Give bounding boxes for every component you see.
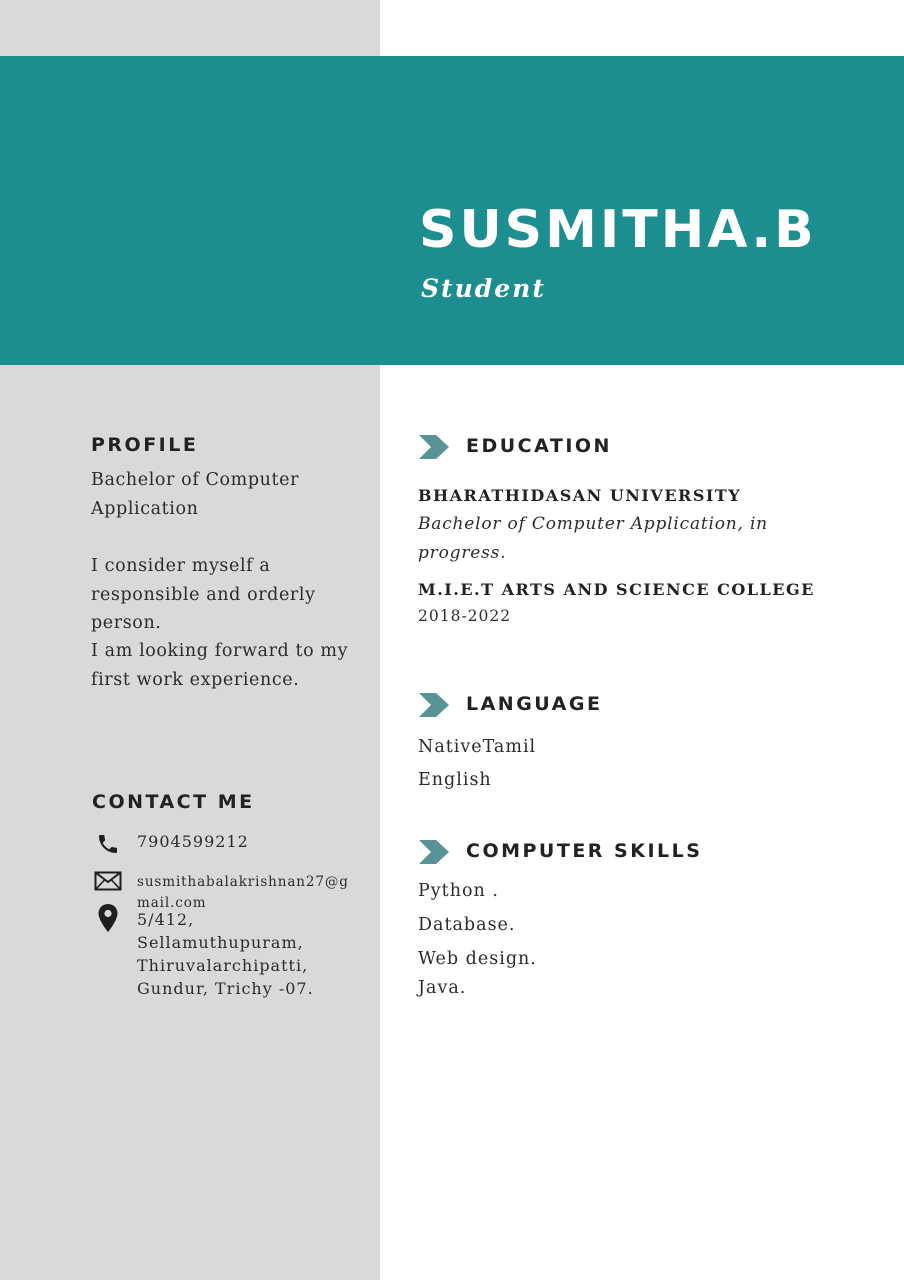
contact-heading: CONTACT ME <box>92 791 255 813</box>
phone-icon <box>94 830 122 858</box>
language-heading: LANGUAGE <box>466 693 603 715</box>
skill-item: Web design. <box>418 949 537 969</box>
skill-item: Java. <box>418 978 467 998</box>
candidate-name: SUSMITHA.B <box>419 200 817 260</box>
language-item: English <box>418 770 492 790</box>
chevron-right-icon <box>419 693 449 717</box>
school-name: M.I.E.T ARTS AND SCIENCE COLLEGE <box>418 580 815 599</box>
school-name: BHARATHIDASAN UNIVERSITY <box>418 486 742 505</box>
profile-heading: PROFILE <box>91 434 199 456</box>
postal-address: 5/412, Sellamuthupuram, Thiruvalarchipat… <box>137 910 314 998</box>
chevron-right-icon <box>419 435 449 459</box>
location-pin-icon <box>94 904 122 932</box>
skill-item: Database. <box>418 915 516 935</box>
mail-icon <box>94 867 122 895</box>
chevron-right-icon <box>419 840 449 864</box>
phone-number: 7904599212 <box>137 832 249 851</box>
language-item: NativeTamil <box>418 737 537 757</box>
candidate-role: Student <box>421 274 546 303</box>
profile-paragraph: I am looking forward to my first work ex… <box>91 641 349 690</box>
profile-paragraph: I consider myself a responsible and orde… <box>91 556 316 633</box>
school-years: 2018-2022 <box>418 607 512 625</box>
profile-degree: Bachelor of Computer Application <box>91 470 300 519</box>
school-detail: Bachelor of Computer Application, in pro… <box>418 514 768 563</box>
skills-heading: COMPUTER SKILLS <box>466 840 703 862</box>
skill-item: Python . <box>418 881 499 901</box>
education-heading: EDUCATION <box>466 435 612 457</box>
